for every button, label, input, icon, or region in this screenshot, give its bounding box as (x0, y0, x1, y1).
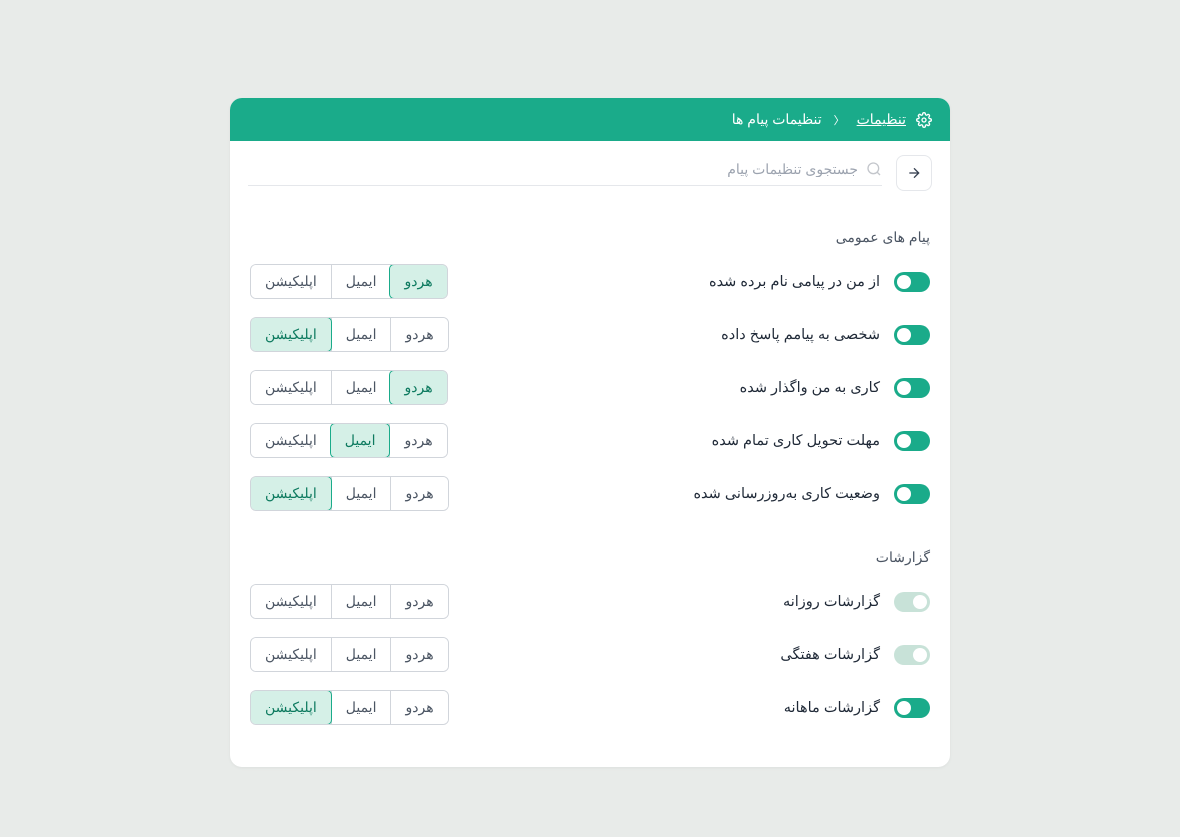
setting-row: وضعیت کاری به‌روزرسانی شده هردوایمیلاپلیک… (250, 476, 930, 511)
setting-left: گزارشات هفتگی (780, 645, 930, 665)
segment-group: هردوایمیلاپلیکیشن (250, 584, 449, 619)
toggle-knob (913, 648, 927, 662)
segment-email[interactable]: ایمیل (331, 585, 391, 618)
setting-label: شخصی به پیامم پاسخ داده (721, 327, 880, 343)
segment-app[interactable]: اپلیکیشن (250, 476, 332, 511)
toggle-knob (897, 328, 911, 342)
setting-left: گزارشات روزانه (783, 592, 930, 612)
setting-label: گزارشات هفتگی (780, 647, 880, 663)
segment-email[interactable]: ایمیل (331, 371, 391, 404)
back-button[interactable] (896, 155, 932, 191)
segment-group: هردوایمیلاپلیکیشن (250, 317, 449, 352)
setting-left: گزارشات ماهانه (784, 698, 930, 718)
toggle-knob (897, 701, 911, 715)
section-title: گزارشات (250, 549, 930, 566)
breadcrumb-root-link[interactable]: تنظیمات (857, 111, 906, 128)
setting-row: کاری به من واگذار شده هردوایمیلاپلیکیشن (250, 370, 930, 405)
segment-email[interactable]: ایمیل (331, 477, 391, 510)
search-container (248, 161, 882, 186)
segment-email[interactable]: ایمیل (331, 265, 391, 298)
segment-both[interactable]: هردو (389, 370, 447, 405)
segment-email[interactable]: ایمیل (331, 638, 391, 671)
segment-group: هردوایمیلاپلیکیشن (250, 370, 448, 405)
segment-both[interactable]: هردو (389, 424, 446, 457)
segment-app[interactable]: اپلیکیشن (251, 371, 331, 404)
segment-group: هردوایمیلاپلیکیشن (250, 423, 448, 458)
search-icon (866, 161, 882, 177)
toggle-knob (913, 595, 927, 609)
setting-row: گزارشات هفتگی هردوایمیلاپلیکیشن (250, 637, 930, 672)
chevron-left-icon: 〈 (834, 112, 845, 128)
segment-app[interactable]: اپلیکیشن (250, 690, 332, 725)
segment-app[interactable]: اپلیکیشن (251, 638, 331, 671)
toggle-switch[interactable] (894, 484, 930, 504)
segment-email[interactable]: ایمیل (331, 691, 391, 724)
setting-label: گزارشات روزانه (783, 594, 880, 610)
segment-both[interactable]: هردو (390, 691, 447, 724)
segment-email[interactable]: ایمیل (331, 318, 391, 351)
segment-group: هردوایمیلاپلیکیشن (250, 476, 449, 511)
setting-left: شخصی به پیامم پاسخ داده (721, 325, 930, 345)
search-input[interactable] (248, 161, 858, 177)
segment-email[interactable]: ایمیل (330, 423, 391, 458)
segment-both[interactable]: هردو (390, 318, 447, 351)
segment-app[interactable]: اپلیکیشن (250, 317, 332, 352)
setting-label: گزارشات ماهانه (784, 700, 880, 716)
segment-both[interactable]: هردو (390, 477, 447, 510)
segment-group: هردوایمیلاپلیکیشن (250, 690, 449, 725)
setting-row: گزارشات ماهانه هردوایمیلاپلیکیشن (250, 690, 930, 725)
toggle-knob (897, 434, 911, 448)
setting-label: کاری به من واگذار شده (740, 380, 880, 396)
setting-label: از من در پیامی نام برده شده (709, 274, 880, 290)
setting-label: مهلت تحویل کاری تمام شده (712, 433, 880, 449)
gear-icon (916, 112, 932, 128)
setting-left: مهلت تحویل کاری تمام شده (712, 431, 930, 451)
search-row (230, 141, 950, 201)
section-title: پیام های عمومی (250, 229, 930, 246)
setting-left: وضعیت کاری به‌روزرسانی شده (693, 484, 930, 504)
settings-card: تنظیمات 〈 تنظیمات پیام ها پیام های عمومی… (230, 98, 950, 767)
setting-row: از من در پیامی نام برده شده هردوایمیلاپلی… (250, 264, 930, 299)
segment-app[interactable]: اپلیکیشن (251, 424, 331, 457)
segment-both[interactable]: هردو (390, 585, 447, 618)
setting-left: کاری به من واگذار شده (740, 378, 930, 398)
segment-both[interactable]: هردو (389, 264, 447, 299)
arrow-left-icon (906, 165, 922, 181)
toggle-knob (897, 381, 911, 395)
content-area: پیام های عمومی از من در پیامی نام برده شد… (230, 201, 950, 767)
segment-app[interactable]: اپلیکیشن (251, 265, 331, 298)
setting-left: از من در پیامی نام برده شده (709, 272, 930, 292)
setting-label: وضعیت کاری به‌روزرسانی شده (693, 486, 880, 502)
header-bar: تنظیمات 〈 تنظیمات پیام ها (230, 98, 950, 141)
breadcrumb-current: تنظیمات پیام ها (732, 111, 822, 128)
toggle-switch[interactable] (894, 645, 930, 665)
segment-group: هردوایمیلاپلیکیشن (250, 264, 448, 299)
toggle-switch[interactable] (894, 592, 930, 612)
segment-group: هردوایمیلاپلیکیشن (250, 637, 449, 672)
segment-app[interactable]: اپلیکیشن (251, 585, 331, 618)
setting-row: مهلت تحویل کاری تمام شده هردوایمیلاپلیکیش… (250, 423, 930, 458)
setting-row: گزارشات روزانه هردوایمیلاپلیکیشن (250, 584, 930, 619)
toggle-switch[interactable] (894, 325, 930, 345)
segment-both[interactable]: هردو (390, 638, 447, 671)
toggle-switch[interactable] (894, 272, 930, 292)
toggle-knob (897, 487, 911, 501)
toggle-knob (897, 275, 911, 289)
toggle-switch[interactable] (894, 431, 930, 451)
setting-row: شخصی به پیامم پاسخ داده هردوایمیلاپلیکیشن (250, 317, 930, 352)
toggle-switch[interactable] (894, 378, 930, 398)
toggle-switch[interactable] (894, 698, 930, 718)
